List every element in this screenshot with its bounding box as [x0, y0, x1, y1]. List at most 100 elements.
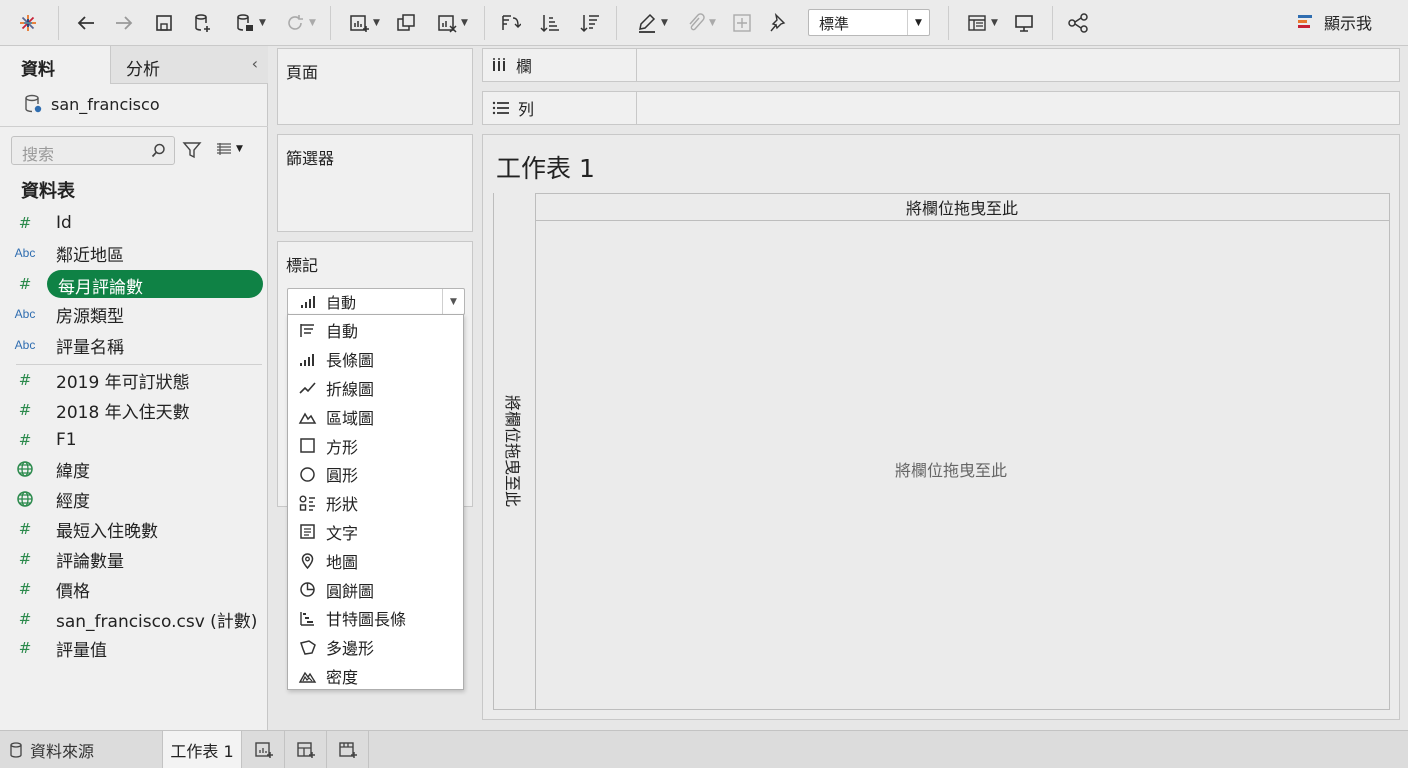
field-item[interactable]: 緯度 [0, 455, 268, 483]
search-icon[interactable] [151, 143, 166, 158]
undo-icon[interactable] [72, 8, 100, 38]
tableau-logo-icon[interactable] [14, 8, 42, 38]
field-item[interactable]: Abc 評量名稱 [0, 331, 268, 359]
filters-card-title: 篩選器 [286, 149, 335, 168]
field-item[interactable]: Abc 鄰近地區 [0, 239, 268, 267]
field-label: F1 [56, 430, 77, 450]
fix-axes-pin-icon[interactable] [764, 8, 792, 38]
mark-type-select[interactable]: 自動 ▼ [287, 288, 465, 315]
menu-item-map[interactable]: 地圖 [288, 546, 463, 575]
save-icon[interactable] [150, 8, 178, 38]
auto-icon [288, 321, 326, 340]
share-icon[interactable] [1064, 8, 1092, 38]
measure-type-icon: # [18, 520, 32, 538]
measure-type-icon: # [18, 610, 32, 628]
new-worksheet-icon[interactable]: ▼ [342, 8, 386, 38]
menu-item-square[interactable]: 方形 [288, 431, 463, 460]
menu-item-label: 多邊形 [326, 639, 375, 659]
menu-item-auto[interactable]: 自動 [288, 316, 463, 345]
tab-analysis[interactable]: 分析 ‹ [110, 46, 268, 84]
field-item[interactable]: Abc 房源類型 [0, 300, 268, 328]
show-cards-icon[interactable]: ▼ [960, 8, 1004, 38]
rows-shelf[interactable]: 列 [482, 91, 1400, 125]
tab-data[interactable]: 資料 [0, 46, 110, 84]
menu-item-shape[interactable]: 形狀 [288, 489, 463, 518]
new-dashboard-icon[interactable] [285, 731, 327, 768]
pause-updates-icon[interactable]: ▼ [228, 8, 272, 38]
search-placeholder: 搜索 [22, 145, 55, 164]
menu-item-circle[interactable]: 圓形 [288, 460, 463, 489]
menu-item-polygon[interactable]: 多邊形 [288, 633, 463, 662]
area-icon [288, 407, 326, 426]
field-label: 最短入住晚數 [56, 521, 158, 542]
tables-header: 資料表 [21, 181, 75, 202]
datasource-icon [10, 742, 22, 758]
swap-rows-columns-icon[interactable] [496, 8, 524, 38]
view-options-icon[interactable]: ▼ [216, 142, 243, 156]
menu-item-bar[interactable]: 長條圖 [288, 345, 463, 374]
presentation-mode-icon[interactable] [1010, 8, 1038, 38]
search-input[interactable]: 搜索 [11, 136, 175, 165]
field-item[interactable]: # 最短入住晚數 [0, 515, 268, 543]
fit-select[interactable]: 標準 ▼ [808, 9, 930, 36]
field-item[interactable]: #2018 年入住天數 [0, 396, 268, 424]
chevron-down-icon[interactable]: ▼ [442, 289, 464, 314]
field-item[interactable]: # Id [0, 209, 268, 237]
new-story-icon[interactable] [327, 731, 369, 768]
chevron-down-icon[interactable]: ▼ [907, 10, 929, 35]
sort-descending-icon[interactable] [576, 8, 604, 38]
filters-card[interactable]: 篩選器 [277, 134, 473, 232]
polygon-icon [288, 638, 326, 657]
redo-icon[interactable] [110, 8, 138, 38]
menu-item-area[interactable]: 區域圖 [288, 402, 463, 431]
field-item[interactable]: # F1 [0, 426, 268, 454]
collapse-pane-icon[interactable]: ‹ [252, 54, 258, 73]
menu-item-text[interactable]: 文字 [288, 518, 463, 547]
group-members-icon[interactable]: ▼ [678, 8, 722, 38]
clear-sheet-icon[interactable]: ▼ [430, 8, 474, 38]
show-mark-labels-icon[interactable] [728, 8, 756, 38]
field-label: 價格 [56, 581, 90, 602]
new-datasource-icon[interactable] [188, 8, 218, 38]
row-drop-text: 將欄位拖曳至此 [503, 394, 522, 508]
tab-datasource[interactable]: 資料來源 [0, 731, 162, 768]
field-item[interactable]: 經度 [0, 485, 268, 513]
show-me-button[interactable]: 顯示我 [1296, 10, 1372, 34]
menu-item-pie[interactable]: 圓餅圖 [288, 575, 463, 604]
field-item[interactable]: # 評量值 [0, 634, 268, 662]
highlight-icon[interactable]: ▼ [630, 8, 674, 38]
tab-sheet-1[interactable]: 工作表 1 [162, 731, 242, 768]
new-worksheet-icon[interactable] [243, 731, 285, 768]
sort-ascending-icon[interactable] [536, 8, 564, 38]
filter-icon[interactable] [182, 140, 202, 160]
show-me-label: 顯示我 [1324, 14, 1373, 33]
pages-card[interactable]: 頁面 [277, 48, 473, 125]
menu-item-line[interactable]: 折線圖 [288, 374, 463, 403]
dimension-type-icon: Abc [14, 246, 36, 260]
menu-item-label: 圓餅圖 [326, 581, 375, 601]
worksheet-view: 工作表 1 將欄位拖曳至此 將欄位拖曳至此 將欄位拖曳至此 [482, 134, 1400, 720]
field-item[interactable]: # 價格 [0, 575, 268, 603]
menu-item-density[interactable]: 密度 [288, 662, 463, 691]
menu-item-gantt[interactable]: 甘特圖長條 [288, 604, 463, 633]
duplicate-sheet-icon[interactable] [392, 8, 420, 38]
field-label: 鄰近地區 [56, 245, 124, 266]
measure-type-icon: # [18, 550, 32, 568]
field-item[interactable]: # 評論數量 [0, 545, 268, 573]
sheet-title[interactable]: 工作表 1 [496, 149, 595, 185]
tab-datasource-label: 資料來源 [30, 742, 95, 761]
rows-label: 列 [518, 100, 535, 119]
data-pane: 資料 分析 ‹ san_francisco 搜索 ▼ 資料表 # Id Abc 鄰近… [0, 46, 268, 730]
field-label: 2018 年入住天數 [56, 402, 190, 423]
bar-icon [288, 350, 326, 369]
columns-shelf[interactable]: 欄 [482, 48, 1400, 82]
toolbar: ▼ ▼ ▼ ▼ ▼ ▼ 標準 ▼ ▼ 顯示我 [0, 0, 1408, 46]
field-item-selected[interactable]: # 每月評論數 [0, 270, 268, 298]
field-item[interactable]: # san_francisco.csv (計數) [0, 605, 268, 633]
row-drop-zone[interactable]: 將欄位拖曳至此 [493, 193, 536, 710]
refresh-icon[interactable]: ▼ [278, 8, 322, 38]
column-drop-zone[interactable]: 將欄位拖曳至此 [535, 193, 1390, 221]
field-item[interactable]: #2019 年可訂狀態 [0, 366, 268, 394]
datasource-item[interactable]: san_francisco [24, 94, 160, 114]
measure-type-icon: # [18, 214, 32, 232]
